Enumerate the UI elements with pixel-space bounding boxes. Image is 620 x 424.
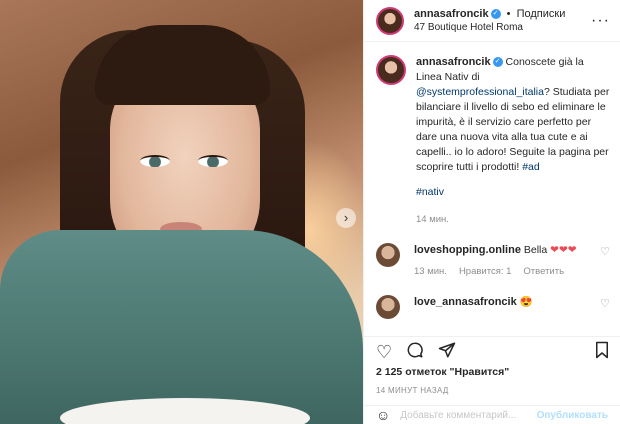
photo-eye-left	[140, 155, 170, 167]
ellipsis-icon[interactable]: ···	[591, 12, 610, 30]
comment-text: Bella	[523, 244, 548, 256]
publish-button[interactable]: Опубликовать	[537, 410, 608, 421]
comment-item: love_annasafroncik 😍 ♡	[376, 295, 610, 319]
photo-shirt	[0, 230, 363, 424]
post-sidebar: annasafroncik ✓ • Подписки 47 Boutique Ho…	[363, 0, 620, 424]
comment-icon[interactable]	[406, 341, 424, 362]
comment-time: 13 мин.	[414, 266, 447, 277]
photo-hair-top	[95, 25, 270, 105]
hashtag-nativ-link[interactable]: #nativ	[416, 186, 444, 198]
comment-emoji: 😍	[519, 296, 533, 308]
action-bar: ♡	[364, 336, 620, 366]
commenter-avatar[interactable]	[376, 295, 400, 319]
emoji-picker-icon[interactable]: ☺	[376, 407, 390, 423]
following-button[interactable]: Подписки	[517, 8, 566, 20]
post-date: 14 МИНУТ НАЗАД	[376, 386, 449, 395]
comment-like-heart-icon[interactable]: ♡	[600, 297, 610, 310]
post-header: annasafroncik ✓ • Подписки 47 Boutique Ho…	[364, 0, 620, 42]
instagram-post: › annasafroncik ✓ • Подписки 47 Boutique …	[0, 0, 620, 424]
commenter-username[interactable]: love_annasafroncik	[414, 296, 517, 308]
comment-item: loveshopping.online Bella ❤❤❤ 13 мин. Нр…	[376, 243, 610, 279]
caption-body: annasafroncik ✓ Conoscete già la Linea Na…	[416, 55, 610, 227]
verified-badge-icon: ✓	[492, 57, 503, 68]
post-photo[interactable]: ›	[0, 0, 363, 424]
caption-mention-link[interactable]: @systemprofessional_italia	[416, 86, 544, 98]
caption-time: 14 мин.	[416, 214, 449, 225]
comment-emoji: ❤❤❤	[550, 244, 577, 256]
caption-username[interactable]: annasafroncik	[416, 56, 491, 68]
caption-avatar[interactable]	[376, 55, 406, 85]
likes-count[interactable]: 2 125 отметок "Нравится"	[376, 366, 509, 378]
commenter-avatar[interactable]	[376, 243, 400, 267]
author-username[interactable]: annasafroncik	[414, 8, 489, 20]
comment-input[interactable]: Добавьте комментарий...	[400, 410, 536, 421]
caption-text-end: ? Studiata per bilanciare il livello di …	[416, 86, 610, 173]
reply-button[interactable]: Ответить	[523, 264, 564, 279]
author-avatar[interactable]	[376, 6, 404, 35]
post-location[interactable]: 47 Boutique Hotel Roma	[414, 21, 591, 34]
separator-dot: •	[506, 7, 511, 20]
comment-body: love_annasafroncik 😍	[414, 295, 594, 310]
comment-like-heart-icon[interactable]: ♡	[600, 245, 610, 258]
comment-likes-count[interactable]: Нравится: 1	[459, 264, 511, 279]
comment-body: loveshopping.online Bella ❤❤❤ 13 мин. Нр…	[414, 243, 594, 279]
bookmark-icon[interactable]	[594, 341, 610, 362]
post-caption: annasafroncik ✓ Conoscete già la Linea Na…	[376, 55, 610, 227]
comments-list[interactable]: annasafroncik ✓ Conoscete già la Linea Na…	[364, 43, 620, 331]
photo-eye-right	[198, 155, 228, 167]
author-info: annasafroncik ✓ • Подписки 47 Boutique Ho…	[414, 8, 591, 34]
commenter-username[interactable]: loveshopping.online	[414, 244, 521, 256]
heart-icon[interactable]: ♡	[376, 343, 392, 361]
verified-badge-icon: ✓	[490, 8, 501, 19]
add-comment-bar: ☺ Добавьте комментарий... Опубликовать	[364, 405, 620, 424]
hashtag-ad-link[interactable]: #ad	[522, 161, 540, 173]
comment-meta: 13 мин. Нравится: 1 Ответить	[414, 264, 594, 279]
share-icon[interactable]	[438, 341, 456, 362]
next-photo-arrow-icon[interactable]: ›	[336, 208, 356, 228]
